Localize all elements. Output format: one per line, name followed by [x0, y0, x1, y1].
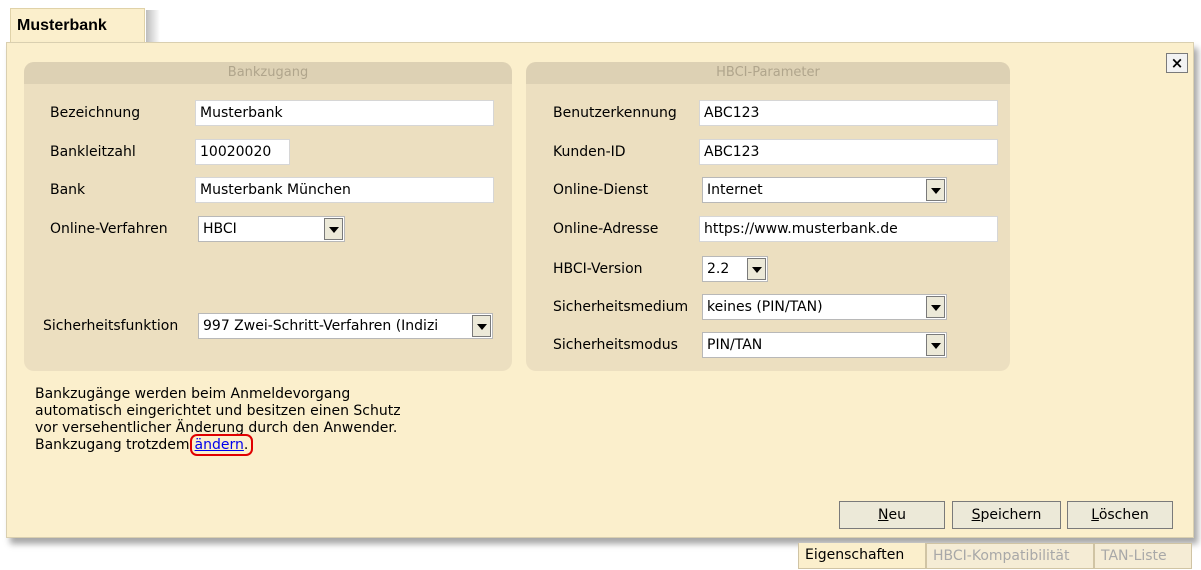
chevron-down-icon[interactable] [926, 334, 945, 356]
tab-eigenschaften[interactable]: Eigenschaften [798, 543, 926, 569]
sicherheitsmodus-label: Sicherheitsmodus [553, 337, 678, 353]
info-line-2: automatisch eingerichtet und besitzen ei… [35, 403, 401, 419]
info-line-4-prefix: Bankzugang trotzdem [35, 437, 190, 453]
close-button[interactable]: × [1166, 53, 1188, 73]
bank-label: Bank [50, 182, 86, 198]
online-verfahren-value: HBCI [203, 221, 237, 237]
online-dienst-label: Online-Dienst [553, 182, 649, 198]
highlight-box: ändern. [189, 434, 254, 456]
sicherheitsmedium-select[interactable]: keines (PIN/TAN) [702, 294, 947, 320]
online-adresse-label: Online-Adresse [553, 221, 659, 237]
benutzerkennung-label: Benutzerkennung [553, 105, 677, 121]
chevron-down-icon[interactable] [324, 218, 343, 240]
kunden-id-label: Kunden-ID [553, 144, 626, 160]
benutzerkennung-field[interactable]: ABC123 [699, 100, 998, 126]
hbci-parameter-header: HBCI-Parameter [526, 62, 1010, 84]
kunden-id-field[interactable]: ABC123 [699, 139, 998, 165]
sicherheitsmodus-value: PIN/TAN [707, 337, 763, 353]
sicherheitsfunktion-value: 997 Zwei-Schritt-Verfahren (Indizi [203, 318, 439, 334]
info-suffix: . [243, 437, 249, 453]
tab-tan-liste[interactable]: TAN-Liste [1094, 543, 1192, 569]
online-verfahren-label: Online-Verfahren [50, 221, 168, 237]
speichern-label: peichern [980, 507, 1042, 523]
bank-field[interactable]: Musterbank München [195, 177, 494, 203]
sicherheitsmedium-value: keines (PIN/TAN) [707, 299, 823, 315]
neu-label: eu [888, 507, 906, 523]
chevron-down-icon[interactable] [472, 315, 491, 337]
bankzugang-header: Bankzugang [24, 62, 512, 84]
sicherheitsmedium-label: Sicherheitsmedium [553, 299, 689, 315]
chevron-down-icon[interactable] [926, 179, 945, 201]
chevron-down-icon[interactable] [926, 296, 945, 318]
bankleitzahl-label: Bankleitzahl [50, 144, 136, 160]
info-line-1: Bankzugänge werden beim Anmeldevorgang [35, 386, 351, 402]
bezeichnung-label: Bezeichnung [50, 105, 141, 121]
sicherheitsfunktion-select[interactable]: 997 Zwei-Schritt-Verfahren (Indizi [198, 313, 493, 339]
sicherheitsmodus-select[interactable]: PIN/TAN [702, 332, 947, 358]
loeschen-mnemonic: L [1091, 507, 1099, 523]
bezeichnung-field[interactable]: Musterbank [195, 100, 494, 126]
aendern-link[interactable]: ändern [195, 437, 244, 453]
window-tab-title[interactable]: Musterbank [10, 8, 145, 42]
speichern-button[interactable]: Speichern [952, 501, 1061, 529]
neu-button[interactable]: Neu [839, 501, 945, 529]
protection-info-text: Bankzugänge werden beim Anmeldevorgang a… [35, 386, 455, 456]
hbci-version-label: HBCI-Version [553, 261, 643, 277]
tab-hbci-kompatibilitaet[interactable]: HBCI-Kompatibilität [926, 543, 1094, 569]
hbci-version-value: 2.2 [707, 261, 730, 277]
online-adresse-field[interactable]: https://www.musterbank.de [699, 216, 998, 242]
info-line-4: Bankzugang trotzdem ändern. [35, 434, 455, 456]
online-dienst-value: Internet [707, 182, 763, 198]
loeschen-button[interactable]: Löschen [1067, 501, 1173, 529]
online-dienst-select[interactable]: Internet [702, 177, 947, 203]
hbci-version-select[interactable]: 2.2 [702, 256, 768, 282]
online-verfahren-select[interactable]: HBCI [198, 216, 345, 242]
chevron-down-icon[interactable] [747, 258, 766, 280]
bankleitzahl-field[interactable]: 10020020 [195, 139, 290, 165]
loeschen-label: öschen [1098, 507, 1149, 523]
neu-mnemonic: N [878, 507, 889, 523]
tab-shadow [146, 10, 160, 42]
sicherheitsfunktion-label: Sicherheitsfunktion [43, 318, 179, 334]
